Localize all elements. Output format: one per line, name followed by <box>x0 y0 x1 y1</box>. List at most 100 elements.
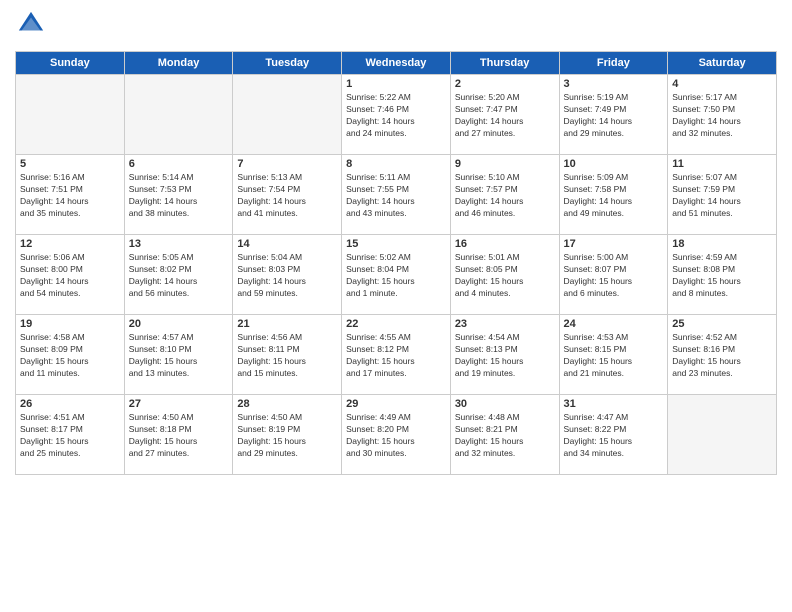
calendar-cell: 25 Sunrise: 4:52 AM Sunset: 8:16 PM Dayli… <box>668 315 777 395</box>
calendar-cell <box>124 75 233 155</box>
day-number: 22 <box>346 318 446 330</box>
calendar-table: SundayMondayTuesdayWednesdayThursdayFrid… <box>15 51 777 475</box>
calendar-cell: 9 Sunrise: 5:10 AM Sunset: 7:57 PM Daylig… <box>450 155 559 235</box>
calendar-cell: 19Sunrise: 4:58 AM Sunset: 8:09 PM Dayli… <box>16 315 125 395</box>
day-number: 19 <box>20 318 120 330</box>
day-info: Sunrise: 4:51 AM Sunset: 8:17 PM Dayligh… <box>20 412 120 460</box>
calendar-cell: 5 Sunrise: 5:16 AM Sunset: 7:51 PM Daylig… <box>16 155 125 235</box>
day-info: Sunrise: 5:13 AM Sunset: 7:54 PM Dayligh… <box>237 172 337 220</box>
weekday-header-row: SundayMondayTuesdayWednesdayThursdayFrid… <box>16 52 777 75</box>
week-row-1: 5 Sunrise: 5:16 AM Sunset: 7:51 PM Daylig… <box>16 155 777 235</box>
calendar-cell: 13 Sunrise: 5:05 AM Sunset: 8:02 PM Dayli… <box>124 235 233 315</box>
day-info: Sunrise: 5:20 AM Sunset: 7:47 PM Dayligh… <box>455 92 555 140</box>
day-number: 25 <box>672 318 772 330</box>
day-info: Sunrise: 5:06 AM Sunset: 8:00 PM Dayligh… <box>20 252 120 300</box>
calendar-cell: 31 Sunrise: 4:47 AM Sunset: 8:22 PM Dayli… <box>559 395 668 475</box>
weekday-friday: Friday <box>559 52 668 75</box>
day-number: 14 <box>237 238 337 250</box>
day-number: 10 <box>564 158 664 170</box>
day-info: Sunrise: 5:01 AM Sunset: 8:05 PM Dayligh… <box>455 252 555 300</box>
logo-icon <box>17 10 45 38</box>
day-info: Sunrise: 5:11 AM Sunset: 7:55 PM Dayligh… <box>346 172 446 220</box>
week-row-2: 12Sunrise: 5:06 AM Sunset: 8:00 PM Dayli… <box>16 235 777 315</box>
week-row-0: 1 Sunrise: 5:22 AM Sunset: 7:46 PM Daylig… <box>16 75 777 155</box>
day-info: Sunrise: 4:57 AM Sunset: 8:10 PM Dayligh… <box>129 332 229 380</box>
calendar-cell: 11Sunrise: 5:07 AM Sunset: 7:59 PM Dayli… <box>668 155 777 235</box>
calendar-cell <box>233 75 342 155</box>
day-info: Sunrise: 5:00 AM Sunset: 8:07 PM Dayligh… <box>564 252 664 300</box>
day-number: 30 <box>455 398 555 410</box>
calendar-cell <box>668 395 777 475</box>
day-info: Sunrise: 4:52 AM Sunset: 8:16 PM Dayligh… <box>672 332 772 380</box>
day-number: 11 <box>672 158 772 170</box>
day-number: 28 <box>237 398 337 410</box>
calendar-cell: 4 Sunrise: 5:17 AM Sunset: 7:50 PM Daylig… <box>668 75 777 155</box>
week-row-4: 26 Sunrise: 4:51 AM Sunset: 8:17 PM Dayli… <box>16 395 777 475</box>
day-info: Sunrise: 5:14 AM Sunset: 7:53 PM Dayligh… <box>129 172 229 220</box>
header <box>15 10 777 43</box>
day-number: 2 <box>455 78 555 90</box>
day-info: Sunrise: 4:50 AM Sunset: 8:19 PM Dayligh… <box>237 412 337 460</box>
weekday-thursday: Thursday <box>450 52 559 75</box>
day-number: 4 <box>672 78 772 90</box>
day-info: Sunrise: 4:59 AM Sunset: 8:08 PM Dayligh… <box>672 252 772 300</box>
day-number: 5 <box>20 158 120 170</box>
logo <box>15 10 45 43</box>
weekday-wednesday: Wednesday <box>342 52 451 75</box>
day-number: 9 <box>455 158 555 170</box>
calendar-cell: 15Sunrise: 5:02 AM Sunset: 8:04 PM Dayli… <box>342 235 451 315</box>
day-number: 16 <box>455 238 555 250</box>
calendar-cell: 6 Sunrise: 5:14 AM Sunset: 7:53 PM Daylig… <box>124 155 233 235</box>
day-info: Sunrise: 5:10 AM Sunset: 7:57 PM Dayligh… <box>455 172 555 220</box>
calendar-cell: 7 Sunrise: 5:13 AM Sunset: 7:54 PM Daylig… <box>233 155 342 235</box>
calendar-cell: 10 Sunrise: 5:09 AM Sunset: 7:58 PM Dayli… <box>559 155 668 235</box>
calendar-cell: 8 Sunrise: 5:11 AM Sunset: 7:55 PM Daylig… <box>342 155 451 235</box>
day-info: Sunrise: 5:02 AM Sunset: 8:04 PM Dayligh… <box>346 252 446 300</box>
calendar-cell: 17 Sunrise: 5:00 AM Sunset: 8:07 PM Dayli… <box>559 235 668 315</box>
calendar-cell: 1 Sunrise: 5:22 AM Sunset: 7:46 PM Daylig… <box>342 75 451 155</box>
calendar-cell: 21 Sunrise: 4:56 AM Sunset: 8:11 PM Dayli… <box>233 315 342 395</box>
day-info: Sunrise: 5:09 AM Sunset: 7:58 PM Dayligh… <box>564 172 664 220</box>
calendar-cell: 26 Sunrise: 4:51 AM Sunset: 8:17 PM Dayli… <box>16 395 125 475</box>
calendar-cell: 16 Sunrise: 5:01 AM Sunset: 8:05 PM Dayli… <box>450 235 559 315</box>
day-number: 24 <box>564 318 664 330</box>
day-info: Sunrise: 5:16 AM Sunset: 7:51 PM Dayligh… <box>20 172 120 220</box>
calendar-cell: 3 Sunrise: 5:19 AM Sunset: 7:49 PM Daylig… <box>559 75 668 155</box>
calendar-cell: 12Sunrise: 5:06 AM Sunset: 8:00 PM Dayli… <box>16 235 125 315</box>
day-number: 18 <box>672 238 772 250</box>
day-info: Sunrise: 4:49 AM Sunset: 8:20 PM Dayligh… <box>346 412 446 460</box>
day-info: Sunrise: 5:05 AM Sunset: 8:02 PM Dayligh… <box>129 252 229 300</box>
calendar-cell: 23Sunrise: 4:54 AM Sunset: 8:13 PM Dayli… <box>450 315 559 395</box>
calendar-cell <box>16 75 125 155</box>
calendar-cell: 22Sunrise: 4:55 AM Sunset: 8:12 PM Dayli… <box>342 315 451 395</box>
day-number: 13 <box>129 238 229 250</box>
calendar-cell: 18 Sunrise: 4:59 AM Sunset: 8:08 PM Dayli… <box>668 235 777 315</box>
day-number: 21 <box>237 318 337 330</box>
calendar-cell: 27Sunrise: 4:50 AM Sunset: 8:18 PM Dayli… <box>124 395 233 475</box>
calendar-cell: 28 Sunrise: 4:50 AM Sunset: 8:19 PM Dayli… <box>233 395 342 475</box>
day-number: 31 <box>564 398 664 410</box>
calendar-cell: 24Sunrise: 4:53 AM Sunset: 8:15 PM Dayli… <box>559 315 668 395</box>
weekday-saturday: Saturday <box>668 52 777 75</box>
calendar-cell: 20Sunrise: 4:57 AM Sunset: 8:10 PM Dayli… <box>124 315 233 395</box>
day-number: 1 <box>346 78 446 90</box>
weekday-sunday: Sunday <box>16 52 125 75</box>
day-info: Sunrise: 5:19 AM Sunset: 7:49 PM Dayligh… <box>564 92 664 140</box>
weekday-monday: Monday <box>124 52 233 75</box>
day-info: Sunrise: 5:22 AM Sunset: 7:46 PM Dayligh… <box>346 92 446 140</box>
day-info: Sunrise: 4:50 AM Sunset: 8:18 PM Dayligh… <box>129 412 229 460</box>
day-number: 3 <box>564 78 664 90</box>
calendar-cell: 29Sunrise: 4:49 AM Sunset: 8:20 PM Dayli… <box>342 395 451 475</box>
day-number: 7 <box>237 158 337 170</box>
day-info: Sunrise: 4:54 AM Sunset: 8:13 PM Dayligh… <box>455 332 555 380</box>
day-info: Sunrise: 5:17 AM Sunset: 7:50 PM Dayligh… <box>672 92 772 140</box>
day-info: Sunrise: 4:56 AM Sunset: 8:11 PM Dayligh… <box>237 332 337 380</box>
day-number: 8 <box>346 158 446 170</box>
day-number: 17 <box>564 238 664 250</box>
week-row-3: 19Sunrise: 4:58 AM Sunset: 8:09 PM Dayli… <box>16 315 777 395</box>
day-info: Sunrise: 4:47 AM Sunset: 8:22 PM Dayligh… <box>564 412 664 460</box>
calendar-cell: 14Sunrise: 5:04 AM Sunset: 8:03 PM Dayli… <box>233 235 342 315</box>
calendar-cell: 30Sunrise: 4:48 AM Sunset: 8:21 PM Dayli… <box>450 395 559 475</box>
day-number: 26 <box>20 398 120 410</box>
day-number: 6 <box>129 158 229 170</box>
